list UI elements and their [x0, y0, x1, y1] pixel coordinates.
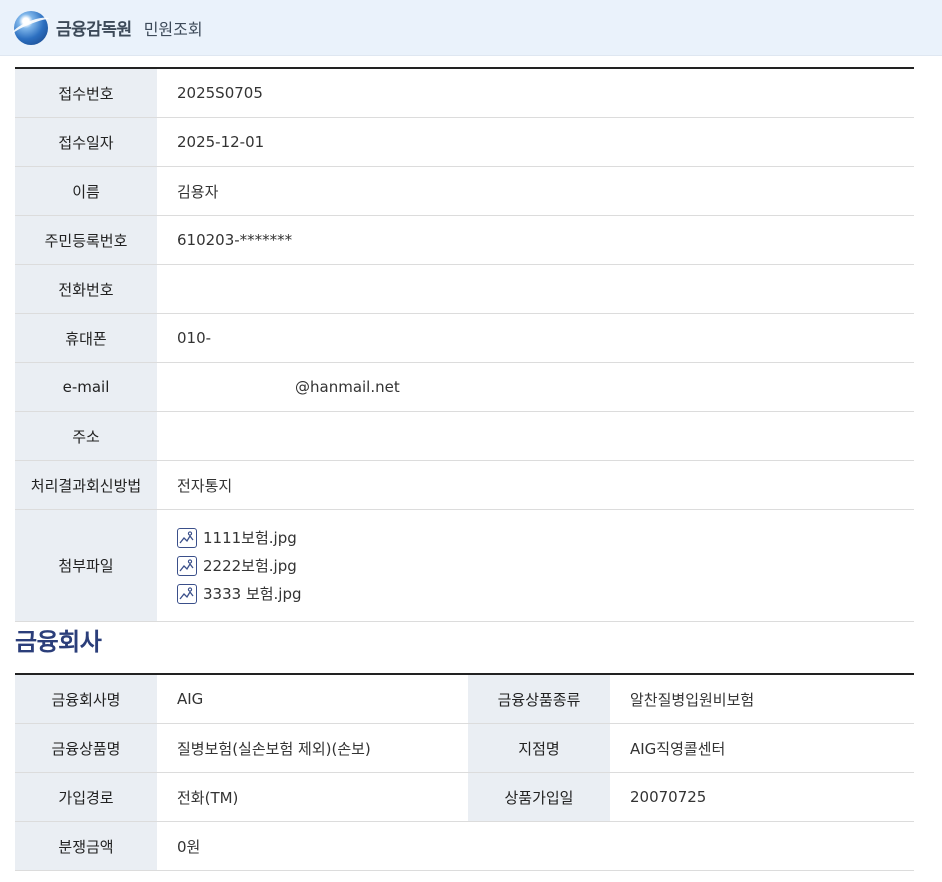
table-row: 주소	[15, 411, 914, 461]
table-row: e-mail @hanmail.net	[15, 362, 914, 412]
table-row: 금융회사명 AIG 금융상품종류 알찬질병입원비보험	[15, 674, 914, 724]
attachment-link[interactable]: 1111보험.jpg	[177, 524, 913, 552]
product-type: 알찬질병입원비보험	[610, 674, 914, 724]
table-row: 금융상품명 질병보험(실손보험 제외)(손보) 지점명 AIG직영콜센터	[15, 723, 914, 773]
table-row: 가입경로 전화(TM) 상품가입일 20070725	[15, 772, 914, 822]
row-label: 금융상품명	[15, 723, 157, 773]
company-name: AIG	[157, 674, 468, 724]
row-label: 처리결과회신방법	[15, 460, 157, 510]
row-label: 주소	[15, 411, 157, 461]
email-value: @hanmail.net	[157, 362, 914, 412]
mobile-number: 010-	[157, 313, 914, 363]
table-row: 이름 김용자	[15, 166, 914, 216]
complaint-info-section: 접수번호 2025S0705 접수일자 2025-12-01 이름 김용자 주민…	[15, 67, 914, 622]
resident-number: 610203-*******	[157, 215, 914, 265]
applicant-name: 김용자	[157, 166, 914, 216]
row-label: 접수일자	[15, 117, 157, 167]
attachment-filename: 1111보험.jpg	[203, 529, 297, 547]
image-file-icon	[177, 555, 197, 576]
table-row: 휴대폰 010-	[15, 313, 914, 363]
attachment-filename: 2222보험.jpg	[203, 557, 297, 575]
empty-cell	[468, 821, 610, 871]
row-label: 접수번호	[15, 68, 157, 118]
row-label: e-mail	[15, 362, 157, 412]
complaint-info-table: 접수번호 2025S0705 접수일자 2025-12-01 이름 김용자 주민…	[15, 67, 914, 622]
row-label: 전화번호	[15, 264, 157, 314]
email-domain: @hanmail.net	[295, 378, 400, 396]
attachment-link[interactable]: 3333 보험.jpg	[177, 580, 913, 608]
table-row: 분쟁금액 0원	[15, 821, 914, 871]
attachment-list: 1111보험.jpg 2222보험.jpg 3333 보험.jpg	[157, 509, 914, 622]
branch-name: AIG직영콜센터	[610, 723, 914, 773]
address-value	[157, 411, 914, 461]
phone-number	[157, 264, 914, 314]
subscription-date: 20070725	[610, 772, 914, 822]
row-label: 가입경로	[15, 772, 157, 822]
fss-logo-icon	[14, 10, 48, 45]
attachment-link[interactable]: 2222보험.jpg	[177, 552, 913, 580]
row-label: 지점명	[468, 723, 610, 773]
row-label: 상품가입일	[468, 772, 610, 822]
table-row: 접수일자 2025-12-01	[15, 117, 914, 167]
subscription-channel: 전화(TM)	[157, 772, 468, 822]
row-label: 주민등록번호	[15, 215, 157, 265]
receipt-number: 2025S0705	[157, 68, 914, 118]
row-label: 첨부파일	[15, 509, 157, 622]
brand-name: 금융감독원	[56, 20, 132, 40]
attachment-filename: 3333 보험.jpg	[203, 585, 302, 603]
page-title: 민원조회	[143, 19, 203, 39]
company-info-table: 금융회사명 AIG 금융상품종류 알찬질병입원비보험 금융상품명 질병보험(실손…	[15, 673, 914, 871]
company-info-section: 금융회사명 AIG 금융상품종류 알찬질병입원비보험 금융상품명 질병보험(실손…	[15, 673, 914, 871]
section-title: 금융회사	[15, 628, 102, 656]
table-row: 처리결과회신방법 전자통지	[15, 460, 914, 510]
receipt-date: 2025-12-01	[157, 117, 914, 167]
reply-method: 전자통지	[157, 460, 914, 510]
table-row: 접수번호 2025S0705	[15, 68, 914, 118]
row-label: 금융회사명	[15, 674, 157, 724]
table-row: 전화번호	[15, 264, 914, 314]
row-label: 휴대폰	[15, 313, 157, 363]
image-file-icon	[177, 583, 197, 604]
empty-cell	[610, 821, 914, 871]
table-row: 주민등록번호 610203-*******	[15, 215, 914, 265]
row-label: 분쟁금액	[15, 821, 157, 871]
product-name: 질병보험(실손보험 제외)(손보)	[157, 723, 468, 773]
row-label: 금융상품종류	[468, 674, 610, 724]
dispute-amount: 0원	[157, 821, 468, 871]
row-label: 이름	[15, 166, 157, 216]
image-file-icon	[177, 527, 197, 548]
top-bar: 금융감독원 민원조회	[0, 0, 942, 56]
table-row: 첨부파일 1111보험.jpg 2222보험.jpg 3333 보험.jpg	[15, 509, 914, 622]
